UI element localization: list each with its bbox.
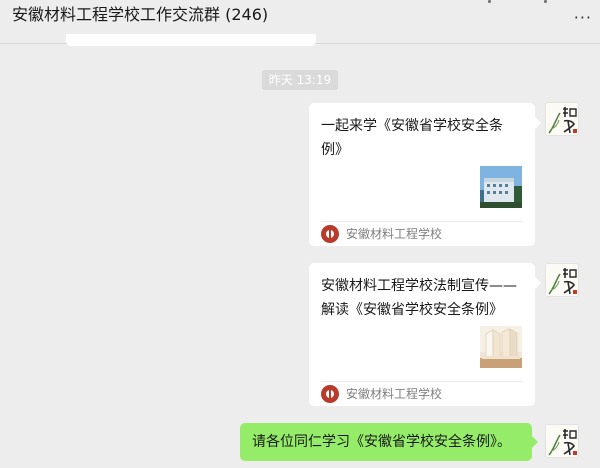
school-emblem-icon <box>321 225 339 243</box>
previous-message-card[interactable] <box>66 34 316 46</box>
card-source: 安徽材料工程学校 <box>321 382 442 406</box>
link-card-title: 安徽材料工程学校法制宣传——解读《安徽省学校安全条例》 <box>321 278 517 318</box>
campus-building-image <box>480 166 522 208</box>
card-source: 安徽材料工程学校 <box>321 222 442 246</box>
ellipsis-icon[interactable]: ··· <box>574 10 592 26</box>
text-message-bubble[interactable]: 请各位同仁学习《安徽省学校安全条例》。 <box>240 423 538 461</box>
group-chat-title: 安徽材料工程学校工作交流群 (246) <box>12 5 269 24</box>
message-text: 请各位同仁学习《安徽省学校安全条例》。 <box>252 434 511 450</box>
message-timestamp: 昨天 13:19 <box>262 70 338 90</box>
link-card-title: 一起来学《安徽省学校安全条例》 <box>321 118 503 158</box>
calligraphy-avatar[interactable] <box>545 263 579 297</box>
link-card-message[interactable]: 一起来学《安徽省学校安全条例》 安徽材料工程学校 <box>309 103 541 246</box>
card-source-name: 安徽材料工程学校 <box>346 227 443 241</box>
card-source-name: 安徽材料工程学校 <box>346 387 443 401</box>
school-emblem-icon <box>321 385 339 403</box>
window-edge-mark <box>544 0 547 3</box>
open-book-image <box>480 326 522 368</box>
link-card-message[interactable]: 安徽材料工程学校法制宣传——解读《安徽省学校安全条例》 安徽材料工程学校 <box>309 263 541 406</box>
calligraphy-avatar[interactable] <box>545 424 579 458</box>
window-edge-mark <box>488 0 491 3</box>
calligraphy-avatar[interactable] <box>545 102 579 136</box>
